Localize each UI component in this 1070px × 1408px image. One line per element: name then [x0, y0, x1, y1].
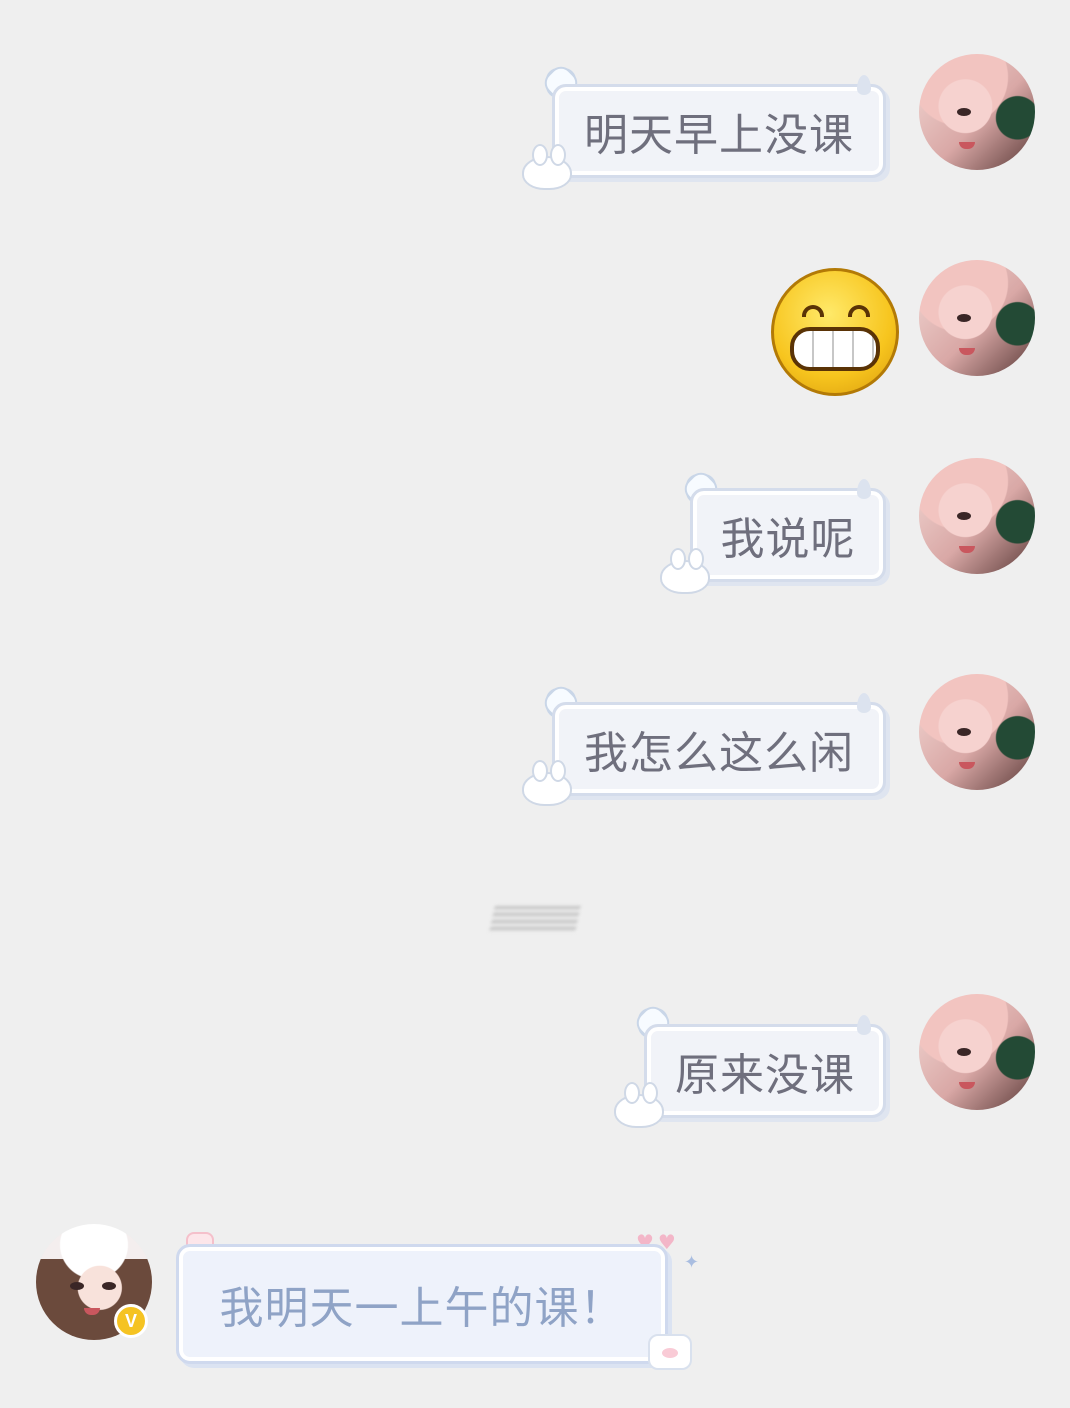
- sparkle-icon: ✦: [684, 1252, 700, 1273]
- avatar-self[interactable]: [919, 674, 1035, 790]
- avatar-mouth: [959, 1082, 975, 1089]
- message-text: 我说呢: [720, 514, 856, 565]
- avatar-self[interactable]: [919, 260, 1035, 376]
- message-text: 我怎么这么闲: [584, 728, 854, 779]
- message-bubble[interactable]: 原来没课: [644, 1015, 886, 1118]
- vip-badge-label: V: [124, 1310, 137, 1331]
- message-text: 原来没课: [675, 1050, 855, 1101]
- avatar-mouth: [959, 348, 975, 355]
- emoji-brow: [802, 305, 824, 317]
- emoji-brow: [848, 305, 870, 317]
- avatar-mouth: [84, 1308, 100, 1315]
- emoji-teeth: [790, 327, 880, 371]
- avatar-mouth: [959, 762, 975, 769]
- bunny-icon: [614, 1082, 664, 1128]
- avatar-self[interactable]: [919, 994, 1035, 1110]
- avatar-mouth: [959, 142, 975, 149]
- vip-badge-icon: V: [114, 1304, 148, 1338]
- message-bubble[interactable]: 我说呢: [690, 479, 886, 582]
- grinning-face-emoji-icon[interactable]: [771, 268, 899, 396]
- blurred-timestamp: [489, 906, 581, 932]
- avatar-eye: [957, 1048, 971, 1056]
- avatar-eye: [102, 1282, 116, 1290]
- chat-view: 明天早上没课 我说呢 我怎么这么闲 原来没课 V ♥♥ ✦ 我明天一上午的课！: [0, 0, 1070, 1408]
- pig-icon: [648, 1334, 692, 1370]
- message-bubble[interactable]: 明天早上没课: [552, 75, 886, 178]
- message-bubble[interactable]: 我明天一上午的课！: [176, 1244, 668, 1364]
- bunny-icon: [522, 760, 572, 806]
- bunny-icon: [522, 144, 572, 190]
- avatar-eye: [70, 1282, 84, 1290]
- avatar-eye: [957, 512, 971, 520]
- message-text: 明天早上没课: [584, 110, 854, 161]
- bunny-icon: [660, 548, 710, 594]
- avatar-eye: [957, 314, 971, 322]
- avatar-eye: [957, 108, 971, 116]
- avatar-self[interactable]: [919, 54, 1035, 170]
- message-text: 我明天一上午的课！: [219, 1283, 625, 1334]
- avatar-mouth: [959, 546, 975, 553]
- message-bubble[interactable]: 我怎么这么闲: [552, 693, 886, 796]
- avatar-eye: [957, 728, 971, 736]
- avatar-self[interactable]: [919, 458, 1035, 574]
